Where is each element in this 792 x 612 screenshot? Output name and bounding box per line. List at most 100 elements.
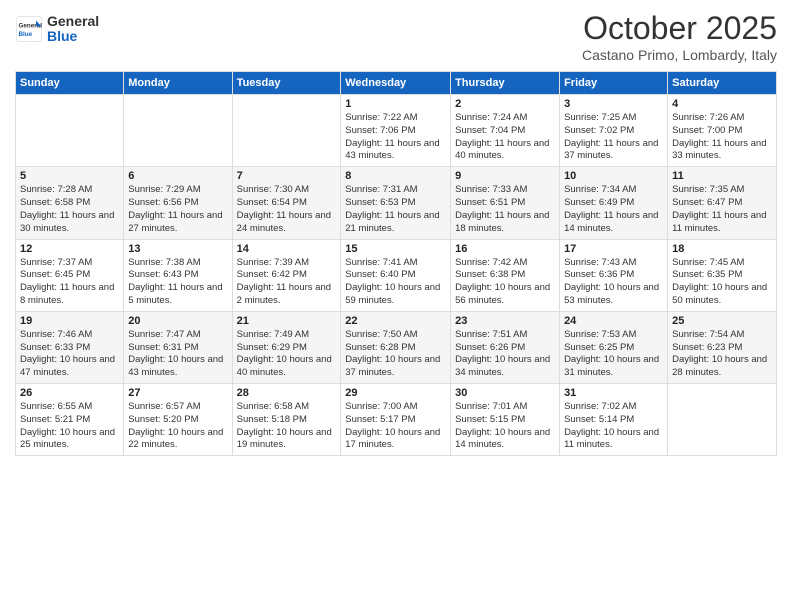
cell-week4-day1: 20 Sunrise: 7:47 AMSunset: 6:31 PMDayligh…	[124, 311, 232, 383]
day-number: 12	[20, 243, 119, 255]
day-info: Sunrise: 7:42 AMSunset: 6:38 PMDaylight:…	[455, 257, 555, 308]
day-info: Sunrise: 7:37 AMSunset: 6:45 PMDaylight:…	[20, 257, 119, 308]
day-info: Sunrise: 7:30 AMSunset: 6:54 PMDaylight:…	[237, 184, 337, 235]
day-number: 7	[237, 170, 337, 182]
cell-week5-day1: 27Sunrise: 6:57 AMSunset: 5:20 PMDayligh…	[124, 384, 232, 456]
cell-week4-day6: 25Sunrise: 7:54 AMSunset: 6:23 PMDayligh…	[668, 311, 777, 383]
day-info: Sunrise: 7:02 AMSunset: 5:14 PMDaylight:…	[564, 401, 663, 452]
cell-week3-day0: 12 Sunrise: 7:37 AMSunset: 6:45 PMDayligh…	[16, 239, 124, 311]
cell-week3-day6: 18Sunrise: 7:45 AMSunset: 6:35 PMDayligh…	[668, 239, 777, 311]
logo-general-text: General	[47, 14, 99, 29]
day-number: 8	[345, 170, 446, 182]
logo-blue-text: Blue	[47, 29, 99, 44]
day-info: Sunrise: 7:35 AMSunset: 6:47 PMDaylight:…	[672, 184, 772, 235]
cell-week2-day3: 8 Sunrise: 7:31 AMSunset: 6:53 PMDaylight…	[341, 167, 451, 239]
cell-week2-day5: 10Sunrise: 7:34 AMSunset: 6:49 PMDayligh…	[560, 167, 668, 239]
day-info: Sunrise: 7:00 AMSunset: 5:17 PMDaylight:…	[345, 401, 446, 452]
day-info: Sunrise: 6:58 AMSunset: 5:18 PMDaylight:…	[237, 401, 337, 452]
cell-week4-day2: 21 Sunrise: 7:49 AMSunset: 6:29 PMDayligh…	[232, 311, 341, 383]
cell-week4-day0: 19 Sunrise: 7:46 AMSunset: 6:33 PMDayligh…	[16, 311, 124, 383]
week-row-5: 26Sunrise: 6:55 AMSunset: 5:21 PMDayligh…	[16, 384, 777, 456]
calendar-header: Sunday Monday Tuesday Wednesday Thursday…	[16, 72, 777, 95]
day-info: Sunrise: 7:33 AMSunset: 6:51 PMDaylight:…	[455, 184, 555, 235]
day-info: Sunrise: 7:43 AMSunset: 6:36 PMDaylight:…	[564, 257, 663, 308]
day-info: Sunrise: 7:29 AMSunset: 6:56 PMDaylight:…	[128, 184, 227, 235]
cell-week3-day2: 14 Sunrise: 7:39 AMSunset: 6:42 PMDayligh…	[232, 239, 341, 311]
cell-week2-day4: 9 Sunrise: 7:33 AMSunset: 6:51 PMDaylight…	[451, 167, 560, 239]
cell-week5-day4: 30 Sunrise: 7:01 AMSunset: 5:15 PMDayligh…	[451, 384, 560, 456]
week-row-1: 1Sunrise: 7:22 AMSunset: 7:06 PMDaylight…	[16, 95, 777, 167]
cell-week3-day3: 15Sunrise: 7:41 AMSunset: 6:40 PMDayligh…	[341, 239, 451, 311]
day-number: 13	[128, 243, 227, 255]
col-thursday: Thursday	[451, 72, 560, 95]
day-number: 14	[237, 243, 337, 255]
cell-week2-day2: 7 Sunrise: 7:30 AMSunset: 6:54 PMDaylight…	[232, 167, 341, 239]
svg-text:Blue: Blue	[19, 31, 33, 38]
day-number: 9	[455, 170, 555, 182]
day-number: 19	[20, 315, 119, 327]
cell-week2-day0: 5 Sunrise: 7:28 AMSunset: 6:58 PMDaylight…	[16, 167, 124, 239]
day-number: 21	[237, 315, 337, 327]
day-number: 26	[20, 387, 119, 399]
day-number: 2	[455, 98, 555, 110]
day-info: Sunrise: 7:28 AMSunset: 6:58 PMDaylight:…	[20, 184, 119, 235]
week-row-4: 19 Sunrise: 7:46 AMSunset: 6:33 PMDayligh…	[16, 311, 777, 383]
calendar-body: 1Sunrise: 7:22 AMSunset: 7:06 PMDaylight…	[16, 95, 777, 456]
cell-week5-day3: 29Sunrise: 7:00 AMSunset: 5:17 PMDayligh…	[341, 384, 451, 456]
day-info: Sunrise: 7:39 AMSunset: 6:42 PMDaylight:…	[237, 257, 337, 308]
logo: General Blue General Blue	[15, 14, 99, 45]
logo-icon: General Blue	[15, 15, 43, 43]
cell-week4-day5: 24 Sunrise: 7:53 AMSunset: 6:25 PMDayligh…	[560, 311, 668, 383]
day-number: 23	[455, 315, 555, 327]
cell-week5-day5: 31Sunrise: 7:02 AMSunset: 5:14 PMDayligh…	[560, 384, 668, 456]
cell-week5-day0: 26Sunrise: 6:55 AMSunset: 5:21 PMDayligh…	[16, 384, 124, 456]
cell-week1-day0	[16, 95, 124, 167]
col-friday: Friday	[560, 72, 668, 95]
day-number: 16	[455, 243, 555, 255]
day-number: 30	[455, 387, 555, 399]
day-number: 4	[672, 98, 772, 110]
title-section: October 2025 Castano Primo, Lombardy, It…	[582, 10, 777, 63]
col-wednesday: Wednesday	[341, 72, 451, 95]
location-subtitle: Castano Primo, Lombardy, Italy	[582, 47, 777, 63]
day-number: 25	[672, 315, 772, 327]
day-info: Sunrise: 7:51 AMSunset: 6:26 PMDaylight:…	[455, 329, 555, 380]
cell-week4-day4: 23 Sunrise: 7:51 AMSunset: 6:26 PMDayligh…	[451, 311, 560, 383]
day-info: Sunrise: 7:38 AMSunset: 6:43 PMDaylight:…	[128, 257, 227, 308]
cell-week1-day2	[232, 95, 341, 167]
col-monday: Monday	[124, 72, 232, 95]
day-info: Sunrise: 7:46 AMSunset: 6:33 PMDaylight:…	[20, 329, 119, 380]
day-info: Sunrise: 7:47 AMSunset: 6:31 PMDaylight:…	[128, 329, 227, 380]
day-number: 27	[128, 387, 227, 399]
day-info: Sunrise: 7:45 AMSunset: 6:35 PMDaylight:…	[672, 257, 772, 308]
month-title: October 2025	[582, 10, 777, 47]
day-number: 28	[237, 387, 337, 399]
week-row-3: 12 Sunrise: 7:37 AMSunset: 6:45 PMDayligh…	[16, 239, 777, 311]
cell-week3-day1: 13 Sunrise: 7:38 AMSunset: 6:43 PMDayligh…	[124, 239, 232, 311]
day-info: Sunrise: 7:53 AMSunset: 6:25 PMDaylight:…	[564, 329, 663, 380]
day-number: 22	[345, 315, 446, 327]
day-number: 20	[128, 315, 227, 327]
day-number: 1	[345, 98, 446, 110]
day-number: 6	[128, 170, 227, 182]
days-of-week-row: Sunday Monday Tuesday Wednesday Thursday…	[16, 72, 777, 95]
day-number: 10	[564, 170, 663, 182]
day-info: Sunrise: 7:49 AMSunset: 6:29 PMDaylight:…	[237, 329, 337, 380]
day-info: Sunrise: 7:01 AMSunset: 5:15 PMDaylight:…	[455, 401, 555, 452]
cell-week1-day4: 2Sunrise: 7:24 AMSunset: 7:04 PMDaylight…	[451, 95, 560, 167]
cell-week2-day1: 6 Sunrise: 7:29 AMSunset: 6:56 PMDaylight…	[124, 167, 232, 239]
calendar-table: Sunday Monday Tuesday Wednesday Thursday…	[15, 71, 777, 456]
cell-week3-day5: 17 Sunrise: 7:43 AMSunset: 6:36 PMDayligh…	[560, 239, 668, 311]
cell-week4-day3: 22Sunrise: 7:50 AMSunset: 6:28 PMDayligh…	[341, 311, 451, 383]
day-number: 17	[564, 243, 663, 255]
day-number: 15	[345, 243, 446, 255]
header: General Blue General Blue October 2025 C…	[15, 10, 777, 63]
day-info: Sunrise: 7:26 AMSunset: 7:00 PMDaylight:…	[672, 112, 772, 163]
cell-week2-day6: 11Sunrise: 7:35 AMSunset: 6:47 PMDayligh…	[668, 167, 777, 239]
day-number: 5	[20, 170, 119, 182]
logo-text: General Blue	[47, 14, 99, 45]
day-info: Sunrise: 7:31 AMSunset: 6:53 PMDaylight:…	[345, 184, 446, 235]
col-sunday: Sunday	[16, 72, 124, 95]
cell-week1-day6: 4 Sunrise: 7:26 AMSunset: 7:00 PMDaylight…	[668, 95, 777, 167]
day-number: 24	[564, 315, 663, 327]
